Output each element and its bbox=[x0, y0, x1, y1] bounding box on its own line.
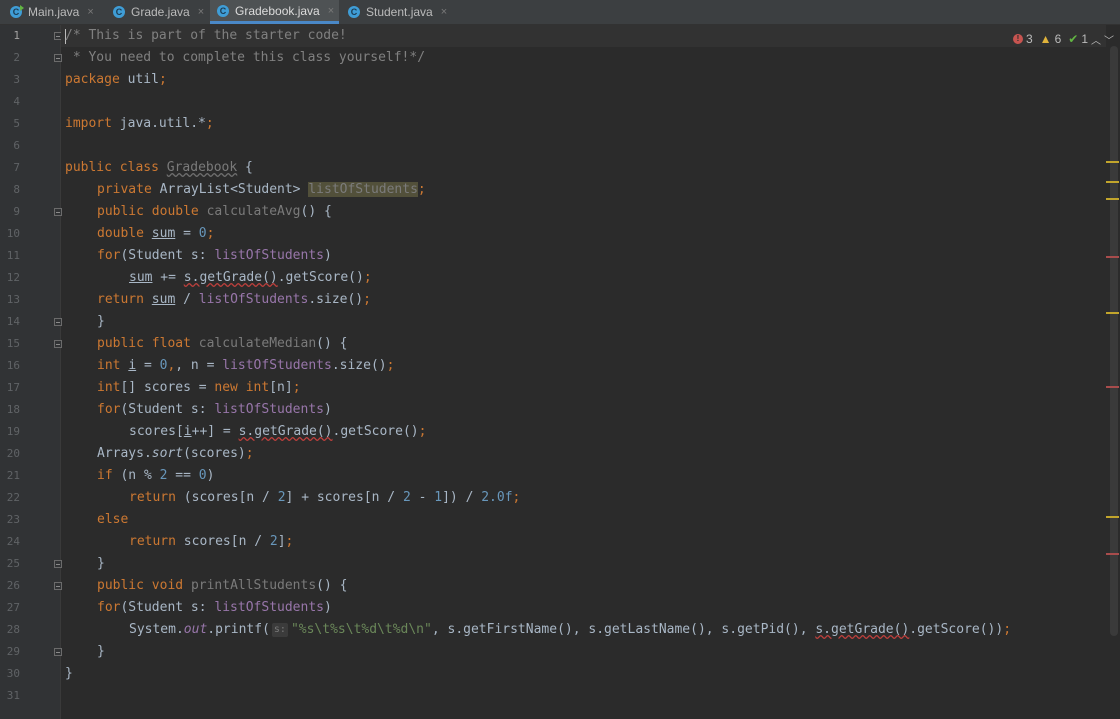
weak-warning-count: 1 bbox=[1081, 32, 1088, 46]
line-number: 30 bbox=[6, 667, 20, 680]
code-line-25: } bbox=[97, 556, 105, 571]
line-number: 2 bbox=[13, 51, 20, 64]
code-line-23: else bbox=[97, 512, 129, 527]
tab-label: Student.java bbox=[366, 5, 433, 19]
line-number: 21 bbox=[6, 469, 20, 482]
code-line-30: } bbox=[65, 666, 73, 681]
code-line-15: public float calculateMedian() { bbox=[97, 336, 348, 351]
line-number: 7 bbox=[13, 161, 20, 174]
line-number: 3 bbox=[13, 73, 20, 86]
code-line-27: for(Student s: listOfStudents) bbox=[97, 600, 332, 615]
code-line-19: scores[i++] = s.getGrade().getScore(); bbox=[129, 424, 427, 439]
line-number: 27 bbox=[6, 601, 20, 614]
code-line-28: System.out.printf(s: "%s\t%s\t%d\t%d\n", … bbox=[129, 622, 1012, 637]
code-line-29: } bbox=[97, 644, 105, 659]
code-line-26: public void printAllStudents() { bbox=[97, 578, 348, 593]
line-number: 5 bbox=[13, 117, 20, 130]
line-number: 22 bbox=[6, 491, 20, 504]
close-icon[interactable]: × bbox=[198, 6, 204, 18]
line-number: 11 bbox=[6, 249, 20, 262]
line-number: 26 bbox=[6, 579, 20, 592]
code-line-24: return scores[n / 2]; bbox=[129, 534, 294, 549]
code-line-5: import java.util.*; bbox=[65, 116, 214, 131]
warning-marker[interactable] bbox=[1106, 198, 1119, 200]
java-class-icon: C bbox=[113, 6, 125, 18]
editor-tab-bar: C Main.java × C Grade.java × C Gradebook… bbox=[0, 0, 1120, 25]
java-class-icon: C bbox=[348, 6, 360, 18]
tab-grade-java[interactable]: C Grade.java × bbox=[110, 0, 208, 24]
code-line-20: Arrays.sort(scores); bbox=[97, 446, 254, 461]
tab-gradebook-java[interactable]: C Gradebook.java × bbox=[210, 0, 339, 24]
code-line-9: public double calculateAvg() { bbox=[97, 204, 332, 219]
line-number: 18 bbox=[6, 403, 20, 416]
code-line-10: double sum = 0; bbox=[97, 226, 215, 241]
warning-marker[interactable] bbox=[1106, 181, 1119, 183]
line-number: 14 bbox=[6, 315, 20, 328]
line-number: 24 bbox=[6, 535, 20, 548]
parameter-hint: s: bbox=[271, 623, 288, 637]
warning-icon: ▲ bbox=[1039, 32, 1052, 46]
tab-label: Main.java bbox=[28, 5, 80, 19]
error-marker[interactable] bbox=[1106, 553, 1119, 555]
error-marker[interactable] bbox=[1106, 256, 1119, 258]
line-number: 25 bbox=[6, 557, 20, 570]
tab-student-java[interactable]: C Student.java × bbox=[343, 0, 453, 24]
close-icon[interactable]: × bbox=[441, 6, 447, 18]
line-number: 16 bbox=[6, 359, 20, 372]
code-line-12: sum += s.getGrade().getScore(); bbox=[129, 270, 372, 285]
line-number: 31 bbox=[6, 689, 20, 702]
warning-marker[interactable] bbox=[1106, 312, 1119, 314]
line-number: 28 bbox=[6, 623, 20, 636]
code-line-3: package util; bbox=[65, 72, 167, 87]
code-editor[interactable]: 1 2 3 4 5 6 7 8 9 10 11 12 13 14 15 16 1… bbox=[0, 25, 1120, 719]
close-icon[interactable]: × bbox=[87, 6, 93, 18]
code-line-8: private ArrayList<Student> listOfStudent… bbox=[97, 182, 426, 197]
error-marker[interactable] bbox=[1106, 386, 1119, 388]
code-line-18: for(Student s: listOfStudents) bbox=[97, 402, 332, 417]
line-number: 9 bbox=[13, 205, 20, 218]
tab-label: Gradebook.java bbox=[235, 3, 320, 18]
line-number: 1 bbox=[13, 29, 20, 42]
warning-count: 6 bbox=[1054, 32, 1062, 46]
vertical-scrollbar[interactable] bbox=[1110, 46, 1118, 636]
line-number-gutter[interactable]: 1 2 3 4 5 6 7 8 9 10 11 12 13 14 15 16 1… bbox=[0, 25, 62, 719]
code-line-22: return (scores[n / 2] + scores[n / 2 - 1… bbox=[129, 490, 521, 505]
line-number: 12 bbox=[6, 271, 20, 284]
code-line-1: /* This is part of the starter code! bbox=[65, 28, 347, 43]
warning-marker[interactable] bbox=[1106, 161, 1119, 163]
code-line-13: return sum / listOfStudents.size(); bbox=[97, 292, 371, 307]
line-number: 15 bbox=[6, 337, 20, 350]
line-number: 8 bbox=[13, 183, 20, 196]
java-class-icon: C bbox=[10, 5, 24, 18]
code-area[interactable]: /* This is part of the starter code! * Y… bbox=[61, 25, 1106, 719]
tab-main-java[interactable]: C Main.java × bbox=[8, 0, 106, 24]
inspection-widget[interactable]: ! 3 ▲ 6 ✔ 1 ︿ ﹀ bbox=[1010, 31, 1114, 47]
previous-highlight-arrow-icon[interactable]: ︿ bbox=[1091, 32, 1101, 47]
next-highlight-arrow-icon[interactable]: ﹀ bbox=[1104, 32, 1114, 47]
line-number: 10 bbox=[6, 227, 20, 240]
code-line-11: for(Student s: listOfStudents) bbox=[97, 248, 332, 263]
tab-label: Grade.java bbox=[131, 5, 190, 19]
code-line-16: int i = 0,, n = listOfStudents.size(); bbox=[97, 358, 395, 373]
line-number: 29 bbox=[6, 645, 20, 658]
code-line-21: if (n % 2 == 0) bbox=[97, 468, 215, 483]
java-class-icon: C bbox=[217, 4, 229, 17]
line-number: 4 bbox=[13, 95, 20, 108]
line-number: 6 bbox=[13, 139, 20, 152]
line-number: 23 bbox=[6, 513, 20, 526]
error-count: 3 bbox=[1025, 32, 1033, 46]
line-number: 13 bbox=[6, 293, 20, 306]
code-line-17: int[] scores = new int[n]; bbox=[97, 380, 301, 395]
code-line-14: } bbox=[97, 314, 105, 329]
weak-warning-check-icon: ✔ bbox=[1068, 32, 1079, 46]
code-line-7: public class Gradebook { bbox=[65, 160, 253, 175]
line-number: 20 bbox=[6, 447, 20, 460]
code-line-2: * You need to complete this class yourse… bbox=[65, 50, 426, 65]
warning-marker[interactable] bbox=[1106, 516, 1119, 518]
line-number: 19 bbox=[6, 425, 20, 438]
error-icon: ! bbox=[1012, 34, 1023, 44]
close-icon[interactable]: × bbox=[328, 5, 334, 17]
line-number: 17 bbox=[6, 381, 20, 394]
